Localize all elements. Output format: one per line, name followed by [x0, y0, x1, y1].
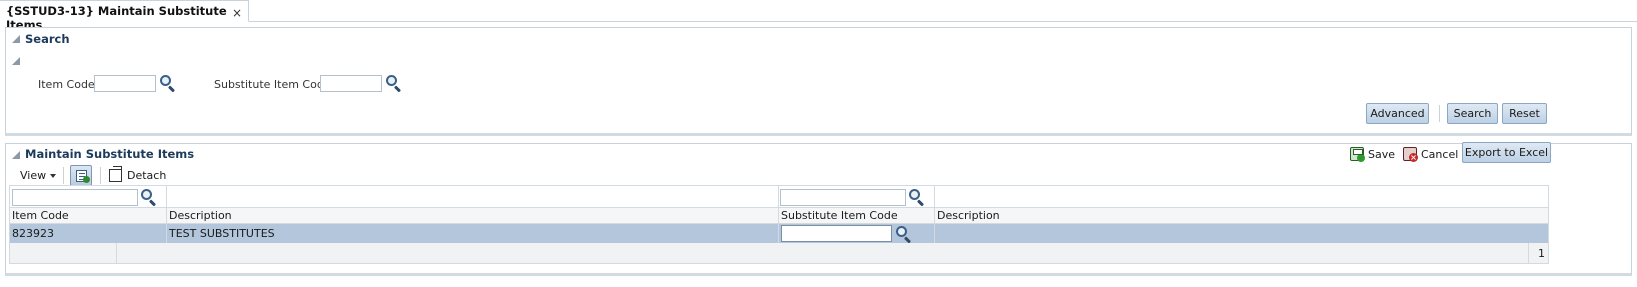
column-divider — [934, 186, 935, 243]
column-header-description[interactable]: Description — [169, 209, 232, 222]
substitute-item-code-cell-input[interactable] — [781, 225, 892, 242]
toolbar-separator — [63, 167, 64, 184]
item-code-label: Item Code — [38, 78, 95, 91]
substitute-item-code-search-icon[interactable] — [385, 74, 403, 93]
results-table: Item Code Description Substitute Item Co… — [9, 185, 1549, 264]
substitute-item-code-input[interactable] — [320, 75, 382, 92]
substitute-item-code-label: Substitute Item Code — [214, 78, 331, 91]
advanced-button[interactable]: Advanced — [1366, 103, 1429, 124]
toolbar-separator — [1439, 105, 1440, 122]
substitute-item-code-lookup-icon[interactable] — [895, 225, 913, 244]
column-divider — [166, 186, 167, 243]
save-button[interactable]: Save — [1368, 148, 1395, 161]
table-header: Item Code Description Substitute Item Co… — [10, 208, 1548, 224]
tab-maintain-substitute-items[interactable]: {SSTUD3-13} Maintain Substitute Items × — [0, 0, 249, 32]
view-menu-label: View — [20, 169, 47, 182]
search-panel: Search Item Code Substitute Item Code Ad… — [5, 27, 1632, 136]
search-panel-title: Search — [25, 32, 70, 46]
item-code-filter-input[interactable] — [12, 189, 138, 206]
item-code-input[interactable] — [94, 75, 156, 92]
detach-icon[interactable] — [109, 166, 122, 182]
expand-triangle-icon[interactable] — [12, 57, 20, 65]
column-divider — [778, 186, 779, 243]
column-header-substitute-description[interactable]: Description — [937, 209, 1000, 222]
column-header-substitute-item-code[interactable]: Substitute Item Code — [781, 209, 898, 222]
save-icon[interactable] — [1350, 147, 1365, 162]
export-to-excel-button[interactable]: Export to Excel — [1462, 142, 1551, 163]
search-button[interactable]: Search — [1447, 103, 1498, 124]
toolbar-separator — [100, 167, 101, 184]
collapse-triangle-icon[interactable] — [12, 151, 20, 159]
item-code-search-icon[interactable] — [159, 74, 177, 93]
close-icon[interactable]: × — [232, 7, 242, 19]
table-footer: 1 — [10, 243, 1548, 263]
substitute-item-code-filter-input[interactable] — [780, 189, 906, 206]
substitute-filter-search-icon[interactable] — [908, 188, 926, 207]
footer-divider — [1528, 243, 1529, 263]
collapse-triangle-icon[interactable] — [12, 35, 20, 43]
cancel-button[interactable]: Cancel — [1421, 148, 1458, 161]
tab-bar: {SSTUD3-13} Maintain Substitute Items × — [0, 0, 1637, 32]
detach-button[interactable]: Detach — [127, 169, 166, 182]
column-header-item-code[interactable]: Item Code — [12, 209, 69, 222]
view-menu[interactable]: View — [20, 169, 57, 182]
cell-description: TEST SUBSTITUTES — [169, 227, 275, 240]
page-number: 1 — [1538, 247, 1545, 260]
edit-rows-icon-button[interactable] — [70, 165, 92, 186]
chevron-down-icon — [50, 174, 57, 178]
item-code-filter-search-icon[interactable] — [140, 188, 158, 207]
cell-item-code: 823923 — [12, 227, 54, 240]
footer-divider — [116, 243, 117, 263]
table-row[interactable]: 823923 TEST SUBSTITUTES — [10, 224, 1548, 244]
cancel-icon[interactable]: × — [1403, 147, 1418, 162]
filter-row — [10, 186, 1548, 208]
results-panel-title: Maintain Substitute Items — [25, 147, 195, 161]
reset-button[interactable]: Reset — [1502, 103, 1547, 124]
